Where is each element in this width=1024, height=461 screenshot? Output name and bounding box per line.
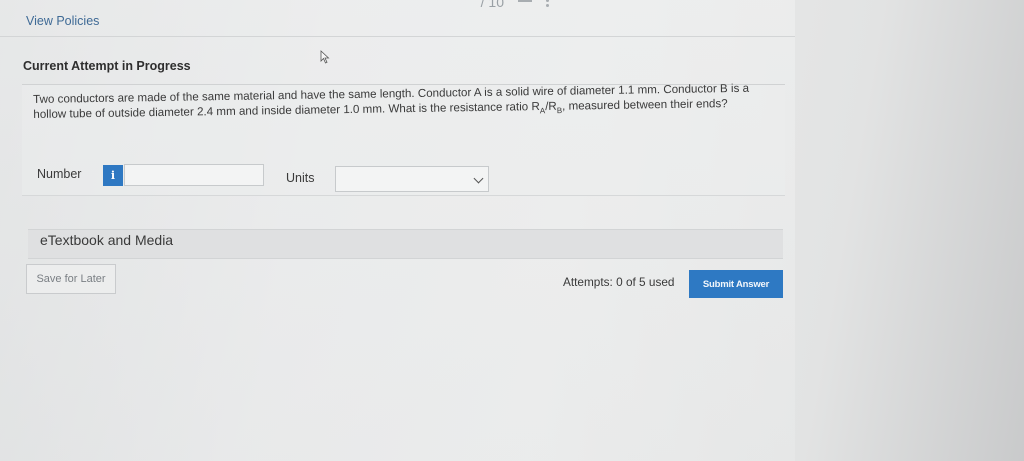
etextbook-media-bar[interactable]: eTextbook and Media [28, 229, 783, 259]
etextbook-label: eTextbook and Media [40, 232, 174, 248]
units-label: Units [286, 171, 315, 185]
ratio-slash: /R [545, 99, 557, 113]
number-input[interactable] [124, 164, 264, 186]
page-count: / 10 [480, 0, 504, 10]
info-icon[interactable]: i [103, 165, 123, 186]
question-text-part2: , measured between their ends? [561, 97, 728, 113]
more-options-icon[interactable] [546, 0, 550, 9]
attempts-counter: Attempts: 0 of 5 used [563, 275, 675, 289]
mouse-cursor-icon [320, 50, 330, 64]
top-controls: / 10 [481, 0, 550, 10]
top-toolbar: / 10 [0, 0, 795, 37]
list-icon[interactable] [518, 0, 532, 2]
attempt-status-title: Current Attempt in Progress [23, 59, 191, 73]
assignment-page: / 10 View Policies Current Attempt in Pr… [0, 0, 795, 461]
view-policies-link[interactable]: View Policies [26, 14, 99, 28]
units-dropdown[interactable] [335, 166, 489, 192]
chevron-down-icon [473, 173, 484, 184]
number-label: Number [37, 167, 82, 181]
submit-answer-button[interactable]: Submit Answer [689, 270, 783, 298]
save-for-later-button[interactable]: Save for Later [26, 264, 116, 294]
